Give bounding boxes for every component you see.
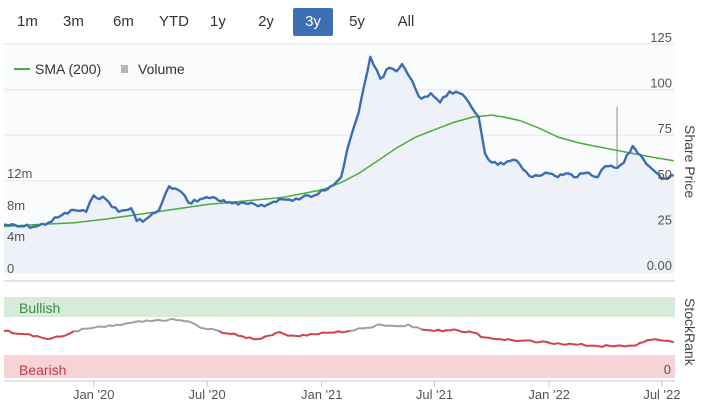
price-tick-label: 100 bbox=[650, 76, 672, 91]
price-tick-label: 25 bbox=[658, 212, 672, 227]
share-price-axis-label: Share Price bbox=[682, 125, 698, 198]
price-tick-label: 75 bbox=[658, 121, 672, 136]
stockrank-segment bbox=[150, 318, 170, 323]
stockrank-segment bbox=[594, 344, 615, 348]
x-tick-label: Jul '21 bbox=[416, 387, 453, 402]
x-tick-label: Jul '22 bbox=[643, 387, 680, 402]
bullish-label: Bullish bbox=[19, 300, 60, 316]
x-tick-label: Jul '20 bbox=[189, 387, 226, 402]
volume-legend-label: Volume bbox=[138, 61, 185, 77]
volume-tick-label: 0 bbox=[7, 261, 14, 276]
volume-tick-label: 4m bbox=[7, 229, 25, 244]
price-chart: 125 100 75 50 25 0.00 12m 8m 4m 0 Share Price SM… bbox=[3, 30, 698, 402]
stockrank-panel: Bullish Bearish 0 StockRank bbox=[3, 297, 698, 378]
x-axis-ticks: Jan '20 Jul '20 Jan '21 Jul '21 Jan '22 Jul '… bbox=[73, 381, 681, 402]
bearish-label: Bearish bbox=[19, 362, 66, 378]
stockrank-segment bbox=[557, 342, 578, 346]
price-tick-label: 0.00 bbox=[647, 258, 672, 273]
stockrank-axis-label: StockRank bbox=[682, 298, 698, 367]
bullish-band bbox=[4, 297, 675, 317]
volume-legend-swatch bbox=[121, 65, 128, 73]
x-tick-label: Jan '21 bbox=[301, 387, 343, 402]
sma-legend-label: SMA (200) bbox=[35, 61, 101, 77]
price-tick-label: 125 bbox=[650, 30, 672, 45]
x-tick-label: Jan '22 bbox=[528, 387, 570, 402]
x-tick-label: Jan '20 bbox=[73, 387, 115, 402]
chart-legend: SMA (200) Volume bbox=[14, 61, 185, 77]
neutral-band bbox=[4, 317, 675, 355]
bearish-band bbox=[4, 355, 675, 378]
volume-tick-label: 8m bbox=[7, 198, 25, 213]
volume-tick-label: 12m bbox=[7, 166, 32, 181]
price-tick-label: 50 bbox=[658, 167, 672, 182]
stockrank-tick-0: 0 bbox=[664, 362, 671, 377]
stockrank-segment bbox=[613, 344, 633, 348]
